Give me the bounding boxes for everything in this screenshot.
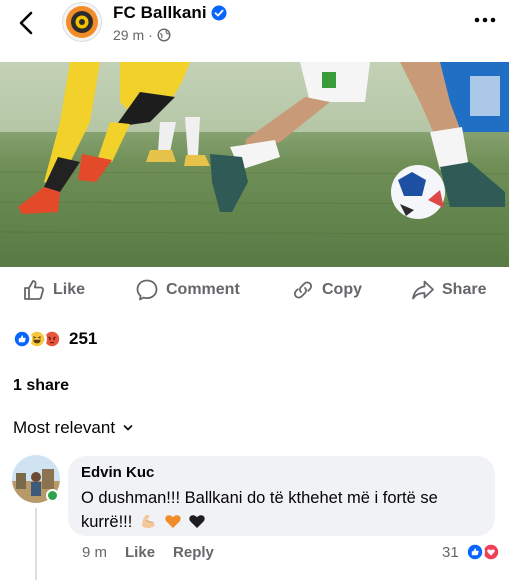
comment-like-button[interactable]: Like bbox=[125, 544, 155, 561]
flexed-biceps-emoji-icon bbox=[141, 515, 155, 529]
sort-label: Most relevant bbox=[13, 418, 116, 437]
share-label: Share bbox=[442, 281, 487, 298]
post-meta: 29 m · bbox=[113, 27, 171, 43]
page-name[interactable]: FC Ballkani bbox=[113, 3, 207, 23]
black-heart-emoji-icon bbox=[189, 515, 205, 528]
share-count[interactable]: 1 share bbox=[13, 377, 69, 395]
chevron-down-icon bbox=[123, 425, 133, 431]
thumbs-up-icon bbox=[24, 280, 44, 300]
like-label: Like bbox=[53, 281, 86, 298]
comment-reply-button[interactable]: Reply bbox=[173, 544, 214, 561]
like-reaction-icon bbox=[12, 329, 32, 349]
club-crest-icon bbox=[66, 6, 98, 38]
orange-heart-emoji-icon bbox=[164, 515, 181, 528]
reactions-summary[interactable]: 251 bbox=[12, 328, 97, 350]
like-reaction-icon bbox=[464, 542, 485, 562]
like-button[interactable]: Like bbox=[22, 278, 85, 302]
back-arrow-icon[interactable] bbox=[14, 10, 40, 36]
comment-label: Comment bbox=[166, 281, 240, 298]
page-avatar[interactable] bbox=[62, 2, 102, 42]
football-match-image bbox=[0, 62, 509, 267]
post-action-bar: Like Comment Copy Share bbox=[0, 267, 509, 313]
post-photo[interactable] bbox=[0, 62, 509, 267]
comment-text: O dushman!!! Ballkani do të kthehet më i… bbox=[81, 486, 482, 534]
reaction-count: 251 bbox=[69, 329, 98, 348]
share-arrow-icon bbox=[412, 280, 434, 300]
share-button[interactable]: Share bbox=[411, 278, 486, 302]
online-status-dot bbox=[46, 489, 59, 502]
post-time[interactable]: 29 m bbox=[113, 27, 144, 43]
more-options-icon[interactable] bbox=[474, 12, 496, 28]
comment-bubble-icon bbox=[136, 279, 158, 301]
link-icon bbox=[293, 281, 313, 299]
verified-badge-icon bbox=[211, 5, 227, 21]
comment-reaction-count: 31 bbox=[442, 543, 459, 561]
post-header: FC Ballkani 29 m · bbox=[0, 0, 509, 62]
meta-separator: · bbox=[148, 27, 153, 43]
comment-meta: 9 m Like Reply bbox=[82, 544, 214, 561]
globe-icon bbox=[157, 28, 171, 42]
comment-body: O dushman!!! Ballkani do të kthehet më i… bbox=[81, 489, 438, 531]
comment-reactions[interactable]: 31 bbox=[442, 542, 501, 562]
copy-label: Copy bbox=[322, 281, 362, 298]
comment-bubble[interactable]: Edvin Kuc O dushman!!! Ballkani do të kt… bbox=[68, 456, 495, 536]
comment-sort-dropdown[interactable]: Most relevant bbox=[13, 418, 133, 438]
comment-time[interactable]: 9 m bbox=[82, 544, 107, 561]
comment-author[interactable]: Edvin Kuc bbox=[81, 464, 482, 481]
copy-button[interactable]: Copy bbox=[291, 278, 362, 302]
comment-button[interactable]: Comment bbox=[135, 278, 240, 302]
thread-line bbox=[35, 508, 37, 580]
